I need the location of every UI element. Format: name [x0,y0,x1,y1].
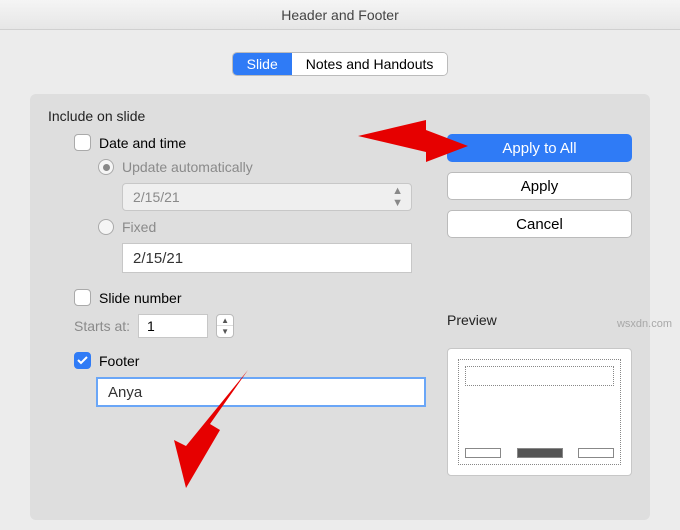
stepper-up-icon[interactable]: ▲ [217,315,233,326]
preview-label: Preview [447,312,632,328]
tab-slide[interactable]: Slide [233,53,292,75]
update-auto-label: Update automatically [122,159,253,175]
fixed-date-value: 2/15/21 [133,250,183,267]
starts-at-input[interactable]: 1 [138,314,208,338]
fixed-radio[interactable] [98,219,114,235]
slide-number-checkbox[interactable] [74,289,91,306]
starts-at-value: 1 [147,318,155,334]
preview-title-placeholder [465,366,614,386]
preview-footer-left [465,448,501,458]
watermark: wsxdn.com [617,318,672,330]
fixed-date-input[interactable]: 2/15/21 [122,243,412,273]
starts-at-stepper[interactable]: ▲ ▼ [216,314,234,338]
footer-value: Anya [108,384,142,401]
update-auto-radio[interactable] [98,159,114,175]
preview-footer-right [578,448,614,458]
chevron-updown-icon: ▲▼ [392,186,403,209]
include-on-slide-label: Include on slide [48,108,632,124]
date-format-value: 2/15/21 [133,189,180,205]
tab-bar: Slide Notes and Handouts [0,52,680,76]
stepper-down-icon[interactable]: ▼ [217,326,233,337]
footer-label: Footer [99,353,139,369]
preview-box [447,348,632,476]
apply-to-all-button[interactable]: Apply to All [447,134,632,162]
dialog-body: Include on slide Date and time Update au… [30,94,650,520]
footer-input[interactable]: Anya [96,377,426,407]
footer-checkbox[interactable] [74,352,91,369]
date-format-combo[interactable]: 2/15/21 ▲▼ [122,183,412,211]
apply-button[interactable]: Apply [447,172,632,200]
cancel-button[interactable]: Cancel [447,210,632,238]
preview-slide [458,359,621,465]
fixed-label: Fixed [122,219,156,235]
tab-notes-handouts[interactable]: Notes and Handouts [292,53,448,75]
slide-number-label: Slide number [99,290,182,306]
window-title: Header and Footer [0,0,680,30]
starts-at-label: Starts at: [74,318,130,334]
date-time-label: Date and time [99,135,186,151]
date-time-checkbox[interactable] [74,134,91,151]
preview-footer-center [517,448,563,458]
